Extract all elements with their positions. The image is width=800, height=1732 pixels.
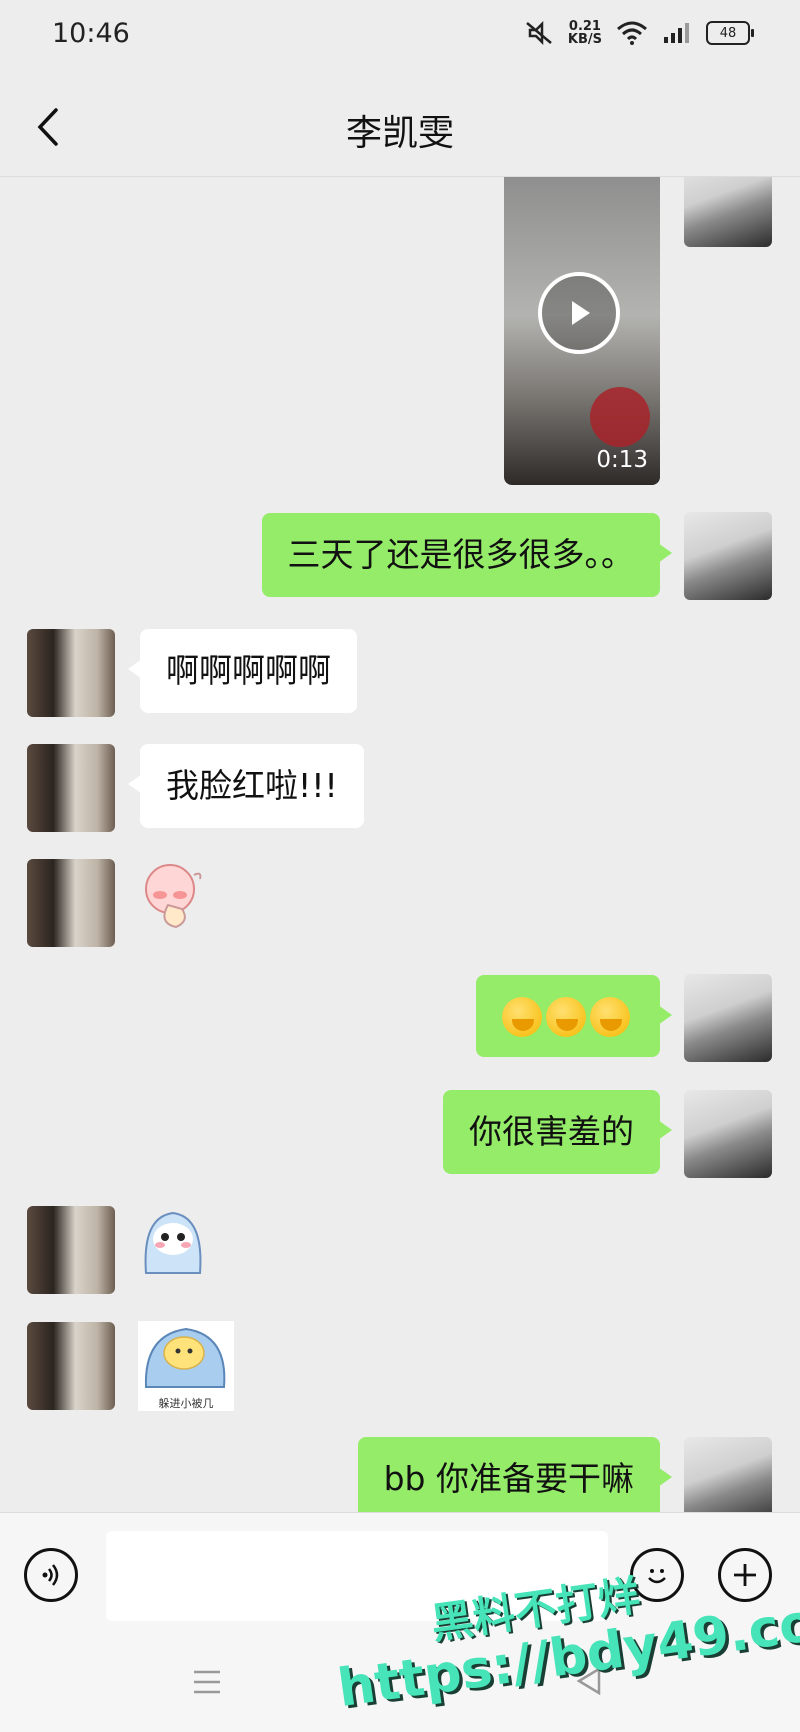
chat-header: 李凯雯 bbox=[0, 80, 800, 177]
message-bubble-received[interactable]: 我脸红啦!!! bbox=[128, 744, 364, 828]
message-bubble-sent[interactable] bbox=[476, 975, 672, 1057]
video-message[interactable]: 0:13 bbox=[504, 177, 660, 485]
signal-icon bbox=[664, 23, 689, 43]
status-time: 10:46 bbox=[52, 18, 130, 49]
avatar[interactable] bbox=[684, 974, 772, 1062]
avatar[interactable] bbox=[684, 1437, 772, 1512]
emoji-icon bbox=[546, 996, 586, 1037]
avatar[interactable] bbox=[27, 1206, 115, 1294]
mute-icon bbox=[526, 20, 552, 46]
avatar[interactable] bbox=[27, 859, 115, 947]
video-duration: 0:13 bbox=[596, 447, 648, 473]
wifi-icon bbox=[617, 21, 647, 45]
blanket-sticker[interactable]: 躲进小被几 bbox=[138, 1321, 234, 1411]
blanket-sticker-art bbox=[144, 1327, 226, 1388]
emoji-icon bbox=[590, 996, 630, 1037]
shy-sticker[interactable] bbox=[138, 1207, 208, 1277]
status-icons: 0.21 KB/S 48 bbox=[524, 19, 754, 47]
blush-sticker[interactable] bbox=[138, 861, 210, 933]
message-bubble-received[interactable]: 啊啊啊啊啊 bbox=[128, 629, 357, 713]
status-bar: 10:46 0.21 KB/S 48 bbox=[0, 0, 800, 70]
plus-icon bbox=[734, 1564, 756, 1586]
avatar[interactable] bbox=[27, 629, 115, 717]
menu-icon[interactable] bbox=[192, 1668, 222, 1696]
video-thumbnail-object bbox=[590, 387, 650, 447]
battery-indicator: 48 bbox=[706, 21, 754, 45]
avatar[interactable] bbox=[684, 512, 772, 600]
avatar[interactable] bbox=[684, 1090, 772, 1178]
avatar[interactable] bbox=[684, 177, 772, 247]
emoji-icon bbox=[502, 996, 542, 1037]
smiley-icon bbox=[648, 1569, 666, 1584]
avatar[interactable] bbox=[27, 1322, 115, 1410]
play-icon[interactable] bbox=[538, 272, 620, 354]
voice-icon bbox=[42, 1564, 59, 1586]
net-speed: 0.21 KB/S bbox=[567, 19, 602, 47]
message-bubble-sent[interactable]: bb 你准备要干嘛 bbox=[357, 1437, 673, 1512]
chat-title: 李凯雯 bbox=[345, 113, 454, 154]
voice-input-button[interactable] bbox=[24, 1548, 78, 1602]
avatar[interactable] bbox=[27, 744, 115, 832]
message-bubble-sent[interactable]: 你很害羞的 bbox=[443, 1090, 672, 1174]
sticker-caption: 躲进小被几 bbox=[158, 1397, 214, 1410]
message-bubble-sent[interactable]: 三天了还是很多很多。。 bbox=[261, 513, 672, 597]
message-list[interactable]: 0:13 三天了还是很多很多。。 啊啊啊啊啊 我脸红啦!!! 你很害羞的 躲进小… bbox=[0, 177, 800, 1512]
more-button[interactable] bbox=[718, 1548, 772, 1602]
